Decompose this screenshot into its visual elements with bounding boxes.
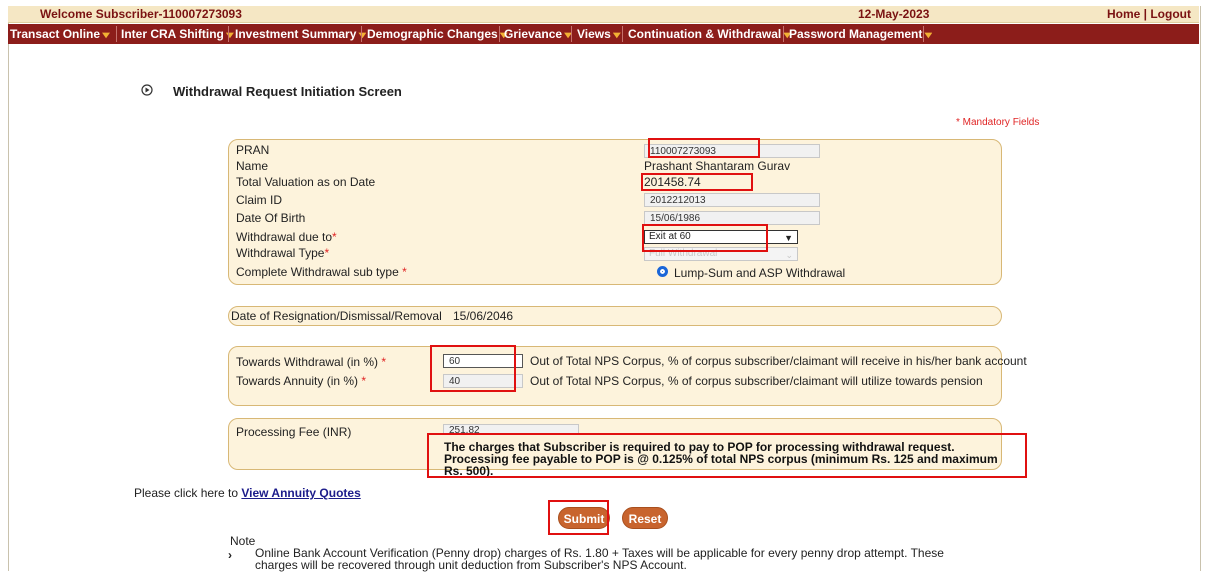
nav-password-management[interactable]: Password Management: [789, 24, 933, 44]
top-bar: Welcome Subscriber-110007273093 12-May-2…: [8, 6, 1199, 23]
annuity-quotes-prompt: Please click here to View Annuity Quotes: [134, 486, 361, 500]
nav-transact-online[interactable]: Transact Online: [10, 24, 111, 44]
nav-divider: [361, 26, 362, 42]
valuation-label: Total Valuation as on Date: [236, 175, 376, 189]
nav-investment-summary[interactable]: Investment Summary: [235, 24, 367, 44]
subtype-radio[interactable]: [657, 266, 668, 277]
note-title: Note: [230, 534, 256, 548]
nav-divider: [923, 26, 924, 42]
page-title: Withdrawal Request Initiation Screen: [173, 84, 402, 99]
towards-annuity-label: Towards Annuity (in %) *: [236, 374, 367, 388]
main-nav: Transact Online Inter CRA Shifting Inves…: [8, 24, 1199, 44]
note-text: Online Bank Account Verification (Penny …: [255, 546, 944, 572]
nav-inter-cra-shifting[interactable]: Inter CRA Shifting: [121, 24, 234, 44]
details-panel: [228, 139, 1002, 285]
nav-views[interactable]: Views: [577, 24, 621, 44]
subtype-label: Complete Withdrawal sub type *: [236, 265, 407, 279]
nav-continuation-withdrawal[interactable]: Continuation & Withdrawal: [628, 24, 792, 44]
nav-divider: [571, 26, 572, 42]
valuation-value: 201458.74: [644, 175, 701, 189]
dob-field: 15/06/1986: [644, 211, 820, 225]
chevron-down-icon: ⌄: [785, 250, 793, 260]
current-date: 12-May-2023: [858, 7, 930, 21]
view-annuity-quotes-link[interactable]: View Annuity Quotes: [241, 486, 360, 500]
dob-label: Date Of Birth: [236, 211, 306, 225]
name-label: Name: [236, 159, 269, 173]
pran-label: PRAN: [236, 143, 270, 157]
towards-annuity-field: 40: [443, 374, 523, 388]
withdrawal-due-label: Withdrawal due to*: [236, 230, 337, 244]
withdrawal-type-select: Full Withdrawal ⌄: [644, 247, 798, 261]
resignation-value: 15/06/2046: [453, 309, 514, 323]
reset-button[interactable]: Reset: [622, 507, 668, 529]
dropdown-arrow-icon: [102, 32, 111, 39]
nav-demographic-changes[interactable]: Demographic Changes: [367, 24, 508, 44]
processing-fee-field: 251.82: [443, 424, 579, 435]
title-bullet-icon: [141, 84, 153, 96]
towards-withdrawal-label: Towards Withdrawal (in %) *: [236, 355, 387, 369]
dropdown-arrow-icon: [358, 32, 367, 39]
nav-divider: [783, 26, 784, 42]
home-logout-links[interactable]: Home | Logout: [1107, 7, 1191, 21]
dropdown-arrow-icon: [612, 32, 621, 39]
name-value: Prashant Shantaram Gurav: [644, 159, 791, 173]
annuity-description: Out of Total NPS Corpus, % of corpus sub…: [530, 374, 983, 388]
nav-divider: [116, 26, 117, 42]
mandatory-fields-note: * Mandatory Fields: [956, 117, 1040, 128]
dropdown-arrow-icon: [924, 32, 933, 39]
welcome-text: Welcome Subscriber-110007273093: [40, 7, 242, 21]
resignation-label: Date of Resignation/Dismissal/Removal: [231, 309, 442, 323]
withdrawal-type-label: Withdrawal Type*: [236, 246, 330, 260]
claim-id-label: Claim ID: [236, 193, 283, 207]
processing-fee-note: The charges that Subscriber is required …: [444, 440, 998, 478]
withdrawal-description: Out of Total NPS Corpus, % of corpus sub…: [530, 354, 1027, 368]
nav-divider: [622, 26, 623, 42]
withdrawal-due-select[interactable]: Exit at 60 ▼: [644, 230, 798, 244]
pran-field: 110007273093: [644, 144, 820, 158]
subtype-option-label: Lump-Sum and ASP Withdrawal: [674, 266, 846, 280]
nav-divider: [499, 26, 500, 42]
chevron-down-icon: ▼: [784, 233, 793, 243]
nav-grievance[interactable]: Grievance: [504, 24, 573, 44]
claim-id-field: 2012212013: [644, 193, 820, 207]
note-bullet-icon: ›: [228, 548, 232, 562]
towards-withdrawal-input[interactable]: 60: [443, 354, 523, 368]
submit-button[interactable]: Submit: [558, 507, 610, 529]
nav-divider: [228, 26, 229, 42]
processing-fee-label: Processing Fee (INR): [236, 425, 352, 439]
